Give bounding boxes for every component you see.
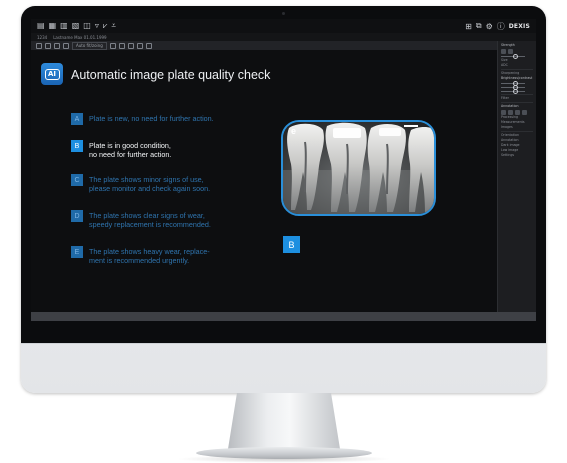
panel-divider [501, 131, 533, 132]
image-toolbar: Auto fit/zoing [31, 41, 497, 50]
description-line: Plate is new, no need for further action… [89, 114, 214, 123]
status-bar [31, 312, 536, 321]
pen-icon[interactable]: ▿ [95, 21, 99, 31]
main-content: AI Automatic image plate quality check A… [31, 50, 497, 312]
tool-pan-icon[interactable] [45, 42, 51, 49]
open-icon[interactable]: ▤ [37, 21, 45, 31]
tool-select-icon[interactable] [36, 42, 42, 49]
compare-icon[interactable]: ⧉ [476, 21, 482, 31]
monitor-base [196, 447, 372, 459]
monitor-stand [228, 393, 340, 449]
layout-icon[interactable]: ⊞ [465, 22, 472, 31]
quality-description: Plate is in good condition, no need for … [89, 140, 171, 159]
tool-text-icon[interactable] [127, 42, 134, 49]
letter-badge: C [71, 174, 83, 186]
quality-item-c: C The plate shows minor signs of use, pl… [71, 174, 210, 193]
panel-slider[interactable] [501, 54, 533, 59]
window-controls: ⊞ ⧉ ⚙ ⓘ DEXIS [465, 21, 536, 32]
panel-row[interactable]: Filter [501, 96, 533, 101]
page-title: Automatic image plate quality check [71, 68, 271, 82]
letter-badge: A [71, 113, 83, 125]
scale-bar [404, 125, 418, 127]
quality-item-a: A Plate is new, no need for further acti… [71, 113, 214, 125]
panel-divider [501, 69, 533, 70]
settings-icon[interactable]: ⚙ [486, 22, 493, 31]
grid-icon[interactable]: ▥ [60, 21, 68, 31]
tool-crop-icon[interactable] [54, 42, 60, 49]
panel-row[interactable]: Images [501, 125, 533, 130]
save-icon[interactable]: ◫ [83, 21, 91, 31]
description-line: speedy replacement is recommended. [89, 220, 211, 229]
right-panel: Strength Size ADC Sharpening Brightness/… [497, 41, 536, 312]
xray-teeth-graphic [283, 122, 434, 214]
quality-description: The plate shows minor signs of use, plea… [89, 174, 210, 193]
panel-tool-icon[interactable] [501, 109, 506, 115]
export-icon[interactable]: ▧ [72, 21, 80, 31]
plate-corner-mark: e [291, 126, 297, 136]
screen: ▤ ▦ ▥ ▧ ◫ ▿ ⩗ ⩡ ⊞ ⧉ ⚙ ⓘ DEXIS 1234 Lastn… [31, 19, 536, 321]
tool-invert-icon[interactable] [145, 42, 152, 49]
quality-description: Plate is new, no need for further action… [89, 113, 214, 123]
description-line: Plate is in good condition, [89, 141, 171, 150]
ai-chip-icon: AI [44, 68, 60, 80]
title-toolbar: ▤ ▦ ▥ ▧ ◫ ▿ ⩗ ⩡ [31, 21, 116, 31]
measure-icon[interactable]: ⩗ [103, 21, 108, 31]
chin-divider [21, 343, 546, 344]
panel-tool-icon[interactable] [522, 109, 527, 115]
patient-name: Lastname Max 01.01.1999 [53, 34, 107, 40]
letter-badge: B [71, 140, 83, 152]
print-icon[interactable]: ▦ [49, 21, 57, 31]
info-icon[interactable]: ⓘ [497, 21, 505, 32]
description-line: The plate shows clear signs of wear, [89, 211, 205, 220]
quality-item-e: E The plate shows heavy wear, replace- m… [71, 246, 210, 265]
panel-tool-icon[interactable] [515, 109, 520, 115]
webcam [282, 12, 285, 15]
title-bar: ▤ ▦ ▥ ▧ ◫ ▿ ⩗ ⩡ ⊞ ⧉ ⚙ ⓘ DEXIS [31, 19, 536, 33]
xray-image[interactable]: e [281, 120, 436, 216]
panel-row[interactable]: ADC [501, 63, 533, 68]
zoom-select[interactable]: Auto fit/zoing [72, 41, 107, 50]
panel-row[interactable]: Settings [501, 153, 533, 158]
tool-angle-icon[interactable] [118, 42, 125, 49]
brand-logo: DEXIS [508, 22, 530, 30]
panel-tool-icon[interactable] [508, 109, 513, 115]
panel-tool-icon[interactable] [501, 48, 506, 54]
panel-divider [501, 94, 533, 95]
description-line: please monitor and check again soon. [89, 184, 211, 193]
panel-tool-icon[interactable] [508, 48, 513, 54]
ai-badge: AI [41, 63, 63, 85]
quality-description: The plate shows heavy wear, replace- men… [89, 246, 210, 265]
patient-id: 1234 [37, 34, 48, 40]
description-line: The plate shows minor signs of use, [89, 175, 204, 184]
description-line: The plate shows heavy wear, replace- [89, 247, 210, 256]
tool-rotate-icon[interactable] [63, 42, 69, 49]
quality-item-d: D The plate shows clear signs of wear, s… [71, 210, 211, 229]
letter-badge: E [71, 246, 83, 258]
panel-slider[interactable] [501, 89, 533, 94]
filter-icon[interactable]: ⩡ [111, 21, 116, 31]
letter-badge: D [71, 210, 83, 222]
panel-divider [501, 102, 533, 103]
description-line: ment is recommended urgently. [89, 256, 190, 265]
patient-bar: 1234 Lastname Max 01.01.1999 [31, 33, 536, 41]
tool-measure-icon[interactable] [109, 42, 116, 49]
tool-flip-icon[interactable] [136, 42, 143, 49]
quality-item-b: B Plate is in good condition, no need fo… [71, 140, 171, 159]
result-badge: B [283, 236, 300, 253]
description-line: no need for further action. [89, 150, 172, 159]
quality-description: The plate shows clear signs of wear, spe… [89, 210, 211, 229]
